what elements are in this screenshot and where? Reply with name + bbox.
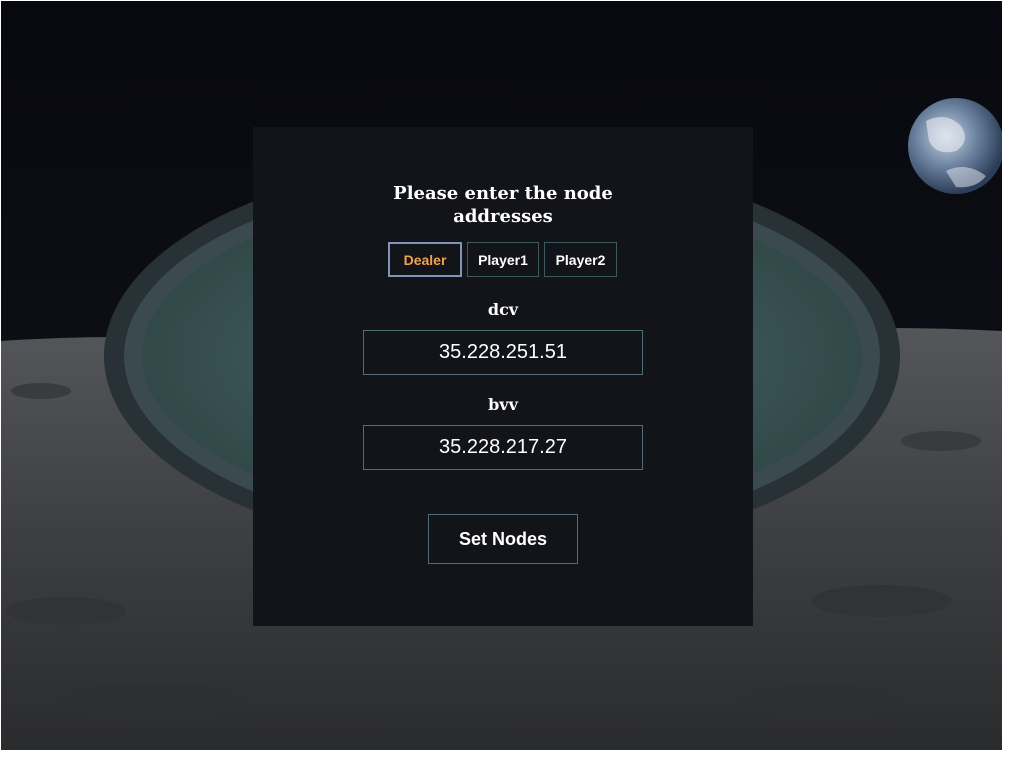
dcv-label: dcv: [487, 300, 519, 319]
role-tabs: Dealer Player1 Player2: [388, 242, 617, 277]
modal-title-line1: Please enter the node: [393, 183, 613, 204]
modal-title: Please enter the node addresses: [253, 182, 753, 228]
dcv-input[interactable]: [363, 330, 643, 375]
bvv-label: bvv: [488, 395, 518, 414]
node-address-modal: Please enter the node addresses Dealer P…: [253, 127, 753, 626]
bvv-input[interactable]: [363, 425, 643, 470]
tab-dealer[interactable]: Dealer: [388, 242, 462, 277]
game-scene: Please enter the node addresses Dealer P…: [1, 1, 1002, 750]
tab-player1[interactable]: Player1: [467, 242, 539, 277]
modal-title-line2: addresses: [453, 206, 553, 227]
tab-player2[interactable]: Player2: [544, 242, 617, 277]
set-nodes-button[interactable]: Set Nodes: [428, 514, 578, 564]
